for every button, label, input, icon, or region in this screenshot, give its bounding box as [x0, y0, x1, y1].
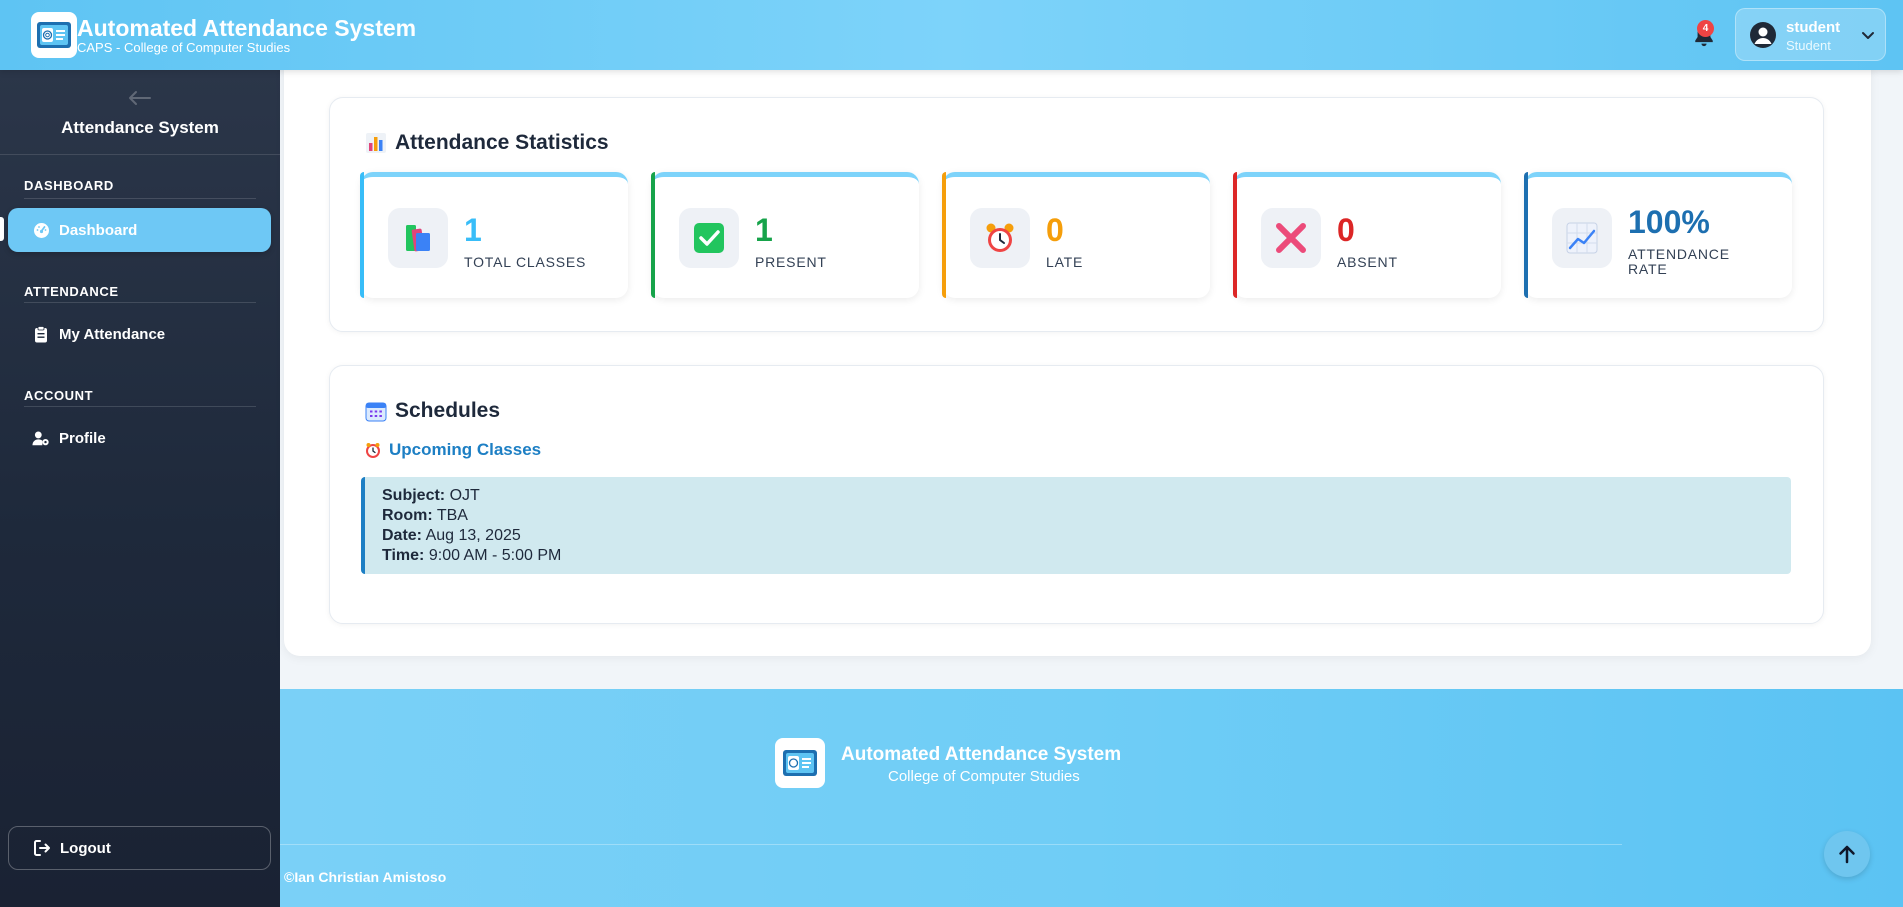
footer-logo-icon	[775, 738, 825, 788]
sidebar-item-my-attendance[interactable]: My Attendance	[8, 312, 271, 356]
stat-card-present: 1 PRESENT	[651, 172, 919, 298]
avatar-icon	[1750, 22, 1776, 48]
stat-label: ABSENT	[1337, 254, 1398, 270]
sidebar-item-profile[interactable]: Profile	[8, 416, 271, 460]
stat-label: PRESENT	[755, 254, 827, 270]
footer-divider	[280, 844, 1622, 845]
schedule-entry: Subject: OJT Room: TBA Date: Aug 13, 202…	[361, 477, 1791, 574]
time-label: Time:	[382, 547, 425, 564]
section-divider	[24, 302, 256, 303]
toggle-sidebar-icon[interactable]	[126, 88, 154, 108]
stat-card-absent: 0 ABSENT	[1233, 172, 1501, 298]
section-label-dashboard: DASHBOARD	[24, 178, 114, 193]
stat-accent-bar	[651, 172, 655, 298]
schedule-room-row: Room: TBA	[382, 506, 1791, 526]
sidebar-item-label: Dashboard	[59, 221, 138, 239]
stat-label: ATTENDANCE RATE	[1628, 246, 1730, 277]
sidebar-item-dashboard[interactable]: Dashboard	[8, 208, 271, 252]
date-value: Aug 13, 2025	[425, 527, 521, 544]
logout-label: Logout	[60, 839, 111, 857]
user-role: Student	[1786, 38, 1831, 53]
stat-accent-bar	[360, 172, 364, 298]
arrow-up-icon	[1839, 845, 1855, 864]
room-label: Room:	[382, 507, 433, 524]
alarm-clock-icon	[970, 208, 1030, 268]
logout-button[interactable]: Logout	[8, 826, 271, 870]
time-value: 9:00 AM - 5:00 PM	[428, 547, 562, 564]
stat-value: 0	[1046, 212, 1064, 248]
sidebar-item-label: My Attendance	[59, 325, 166, 343]
footer-copyright: ©Ian Christian Amistoso	[284, 869, 447, 885]
trend-chart-icon	[1552, 208, 1612, 268]
schedule-time-row: Time: 9:00 AM - 5:00 PM	[382, 546, 1791, 566]
upcoming-classes-heading: Upcoming Classes	[365, 440, 541, 460]
section-label-account: ACCOUNT	[24, 388, 94, 403]
sidebar-divider	[0, 154, 280, 155]
user-name: student	[1786, 19, 1841, 36]
schedule-subject-row: Subject: OJT	[382, 486, 1791, 506]
statistics-heading: Attendance Statistics	[365, 131, 609, 155]
books-icon	[388, 208, 448, 268]
statistics-title: Attendance Statistics	[395, 131, 609, 154]
gauge-icon	[32, 221, 50, 239]
bar-chart-icon	[366, 133, 386, 153]
subject-label: Subject:	[382, 487, 446, 504]
logout-icon	[34, 840, 50, 856]
cross-icon	[1261, 208, 1321, 268]
schedule-date-row: Date: Aug 13, 2025	[382, 526, 1791, 546]
section-label-attendance: ATTENDANCE	[24, 284, 119, 299]
chevron-down-icon	[1862, 32, 1874, 39]
stat-label: LATE	[1046, 254, 1084, 270]
scroll-to-top-button[interactable]	[1824, 831, 1870, 877]
sidebar: Attendance System DASHBOARD Dashboard AT…	[0, 70, 280, 907]
active-nav-marker	[0, 217, 4, 241]
upcoming-classes-label: Upcoming Classes	[389, 440, 542, 459]
section-divider	[24, 406, 256, 407]
stat-value: 1	[755, 212, 773, 248]
subject-value: OJT	[449, 487, 480, 504]
sidebar-item-label: Profile	[59, 429, 106, 447]
app-logo-icon[interactable]	[31, 12, 77, 58]
top-header: Automated Attendance System CAPS - Colle…	[0, 0, 1903, 70]
alarm-clock-icon	[366, 443, 380, 458]
stat-card-late: 0 LATE	[942, 172, 1210, 298]
room-value: TBA	[436, 507, 468, 524]
footer-title: Automated Attendance System	[841, 744, 1122, 765]
app-title: Automated Attendance System	[77, 15, 417, 41]
footer-subtitle: College of Computer Studies	[888, 768, 1080, 785]
app-subtitle: CAPS - College of Computer Studies	[77, 40, 291, 55]
user-gear-icon	[32, 429, 50, 447]
stat-accent-bar	[942, 172, 946, 298]
calendar-icon	[365, 402, 387, 422]
sidebar-title: Attendance System	[61, 118, 219, 137]
stat-value: 100%	[1628, 204, 1710, 240]
date-label: Date:	[382, 527, 423, 544]
stat-card-attendance-rate: 100% ATTENDANCE RATE	[1524, 172, 1792, 298]
stat-card-total-classes: 1 TOTAL CLASSES	[360, 172, 628, 298]
stat-value: 1	[464, 212, 482, 248]
check-box-icon	[679, 208, 739, 268]
notification-count-badge: 4	[1697, 20, 1714, 37]
stat-accent-bar	[1233, 172, 1237, 298]
user-menu[interactable]: student Student	[1735, 8, 1886, 61]
footer: Automated Attendance System College of C…	[280, 689, 1903, 907]
clipboard-icon	[32, 325, 50, 343]
stat-accent-bar	[1524, 172, 1528, 298]
schedules-heading: Schedules	[365, 399, 500, 423]
stat-label: TOTAL CLASSES	[464, 254, 587, 270]
stat-value: 0	[1337, 212, 1355, 248]
section-divider	[24, 198, 256, 199]
schedules-title: Schedules	[395, 399, 501, 422]
